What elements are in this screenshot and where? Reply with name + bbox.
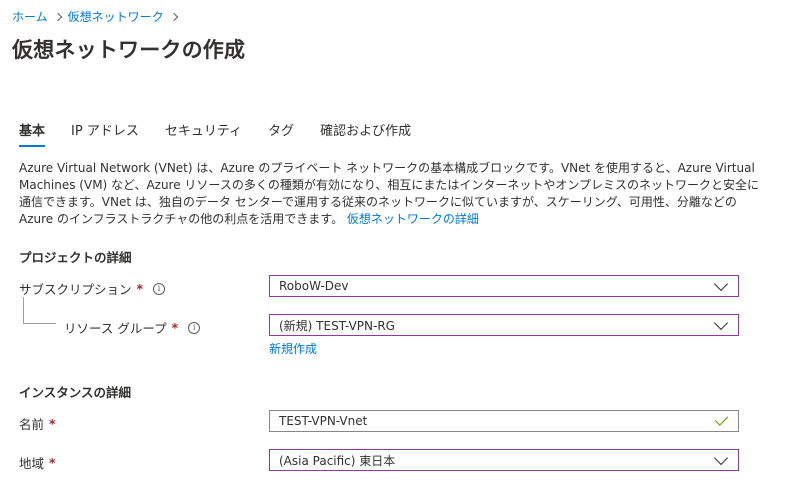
- tree-connector: [23, 323, 56, 324]
- chevron-right-icon: [53, 12, 62, 21]
- tab-basics[interactable]: 基本: [19, 120, 46, 147]
- subscription-select[interactable]: RoboW-Dev: [269, 275, 739, 297]
- chevron-down-icon: [713, 276, 729, 291]
- subscription-value: RoboW-Dev: [279, 279, 349, 293]
- chevron-down-icon: [713, 315, 729, 330]
- page-title: 仮想ネットワークの作成: [12, 38, 246, 62]
- region-label-text: 地域: [19, 456, 45, 471]
- resource-group-label: リソース グループ * i: [64, 318, 201, 337]
- tab-security[interactable]: セキュリティ: [165, 120, 242, 147]
- project-details-heading: プロジェクトの詳細: [19, 250, 132, 265]
- tab-bar: 基本 IP アドレス セキュリティ タグ 確認および作成: [19, 120, 437, 147]
- resource-group-select[interactable]: (新規) TEST-VPN-RG: [269, 314, 739, 336]
- learn-more-link[interactable]: 仮想ネットワークの詳細: [347, 212, 479, 226]
- tab-tags[interactable]: タグ: [268, 120, 294, 147]
- tab-review-create[interactable]: 確認および作成: [320, 120, 411, 147]
- info-icon[interactable]: i: [153, 282, 166, 295]
- tab-ip-addresses[interactable]: IP アドレス: [71, 120, 139, 147]
- chevron-down-icon: [713, 450, 729, 465]
- instance-details-heading: インスタンスの詳細: [19, 385, 132, 400]
- description: Azure Virtual Network (VNet) は、Azure のプラ…: [19, 160, 759, 228]
- required-asterisk: *: [49, 416, 56, 431]
- region-label: 地域 *: [19, 453, 56, 472]
- subscription-label: サブスクリプション * i: [19, 279, 166, 298]
- resource-group-label-text: リソース グループ: [64, 321, 167, 336]
- tree-connector: [23, 297, 24, 324]
- name-value: TEST-VPN-Vnet: [279, 414, 368, 428]
- breadcrumb-virtual-network[interactable]: 仮想ネットワーク: [68, 8, 164, 25]
- region-select[interactable]: (Asia Pacific) 東日本: [269, 449, 739, 471]
- region-value: (Asia Pacific) 東日本: [279, 453, 396, 468]
- name-input[interactable]: TEST-VPN-Vnet: [269, 410, 739, 432]
- name-label: 名前 *: [19, 414, 56, 433]
- name-label-text: 名前: [19, 417, 45, 432]
- required-asterisk: *: [49, 455, 56, 470]
- chevron-right-icon: [169, 12, 178, 21]
- breadcrumb-home[interactable]: ホーム: [12, 8, 48, 25]
- info-icon[interactable]: i: [188, 321, 201, 334]
- resource-group-value: (新規) TEST-VPN-RG: [279, 318, 395, 333]
- required-asterisk: *: [136, 281, 144, 296]
- breadcrumb: ホーム 仮想ネットワーク: [12, 8, 184, 25]
- subscription-label-text: サブスクリプション: [19, 282, 132, 297]
- required-asterisk: *: [171, 320, 179, 335]
- create-new-link[interactable]: 新規作成: [269, 340, 317, 357]
